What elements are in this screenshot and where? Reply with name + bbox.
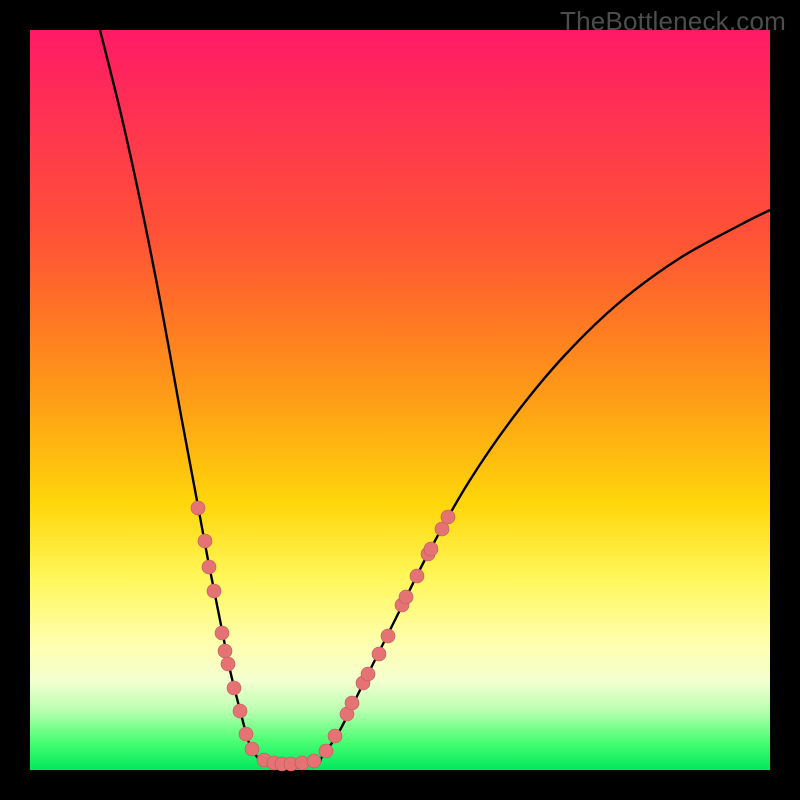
- curve-marker: [295, 756, 309, 770]
- curve-marker: [191, 501, 205, 515]
- curve-marker: [215, 626, 229, 640]
- chart-frame: TheBottleneck.com: [0, 0, 800, 800]
- curve-marker: [221, 657, 235, 671]
- curve-marker: [410, 569, 424, 583]
- curve-marker: [345, 696, 359, 710]
- curve-markers: [191, 501, 455, 771]
- curve-path: [100, 30, 770, 764]
- curve-marker: [381, 629, 395, 643]
- curve-marker: [424, 542, 438, 556]
- curve-marker: [207, 584, 221, 598]
- curve-marker: [328, 729, 342, 743]
- curve-marker: [319, 744, 333, 758]
- curve-marker: [198, 534, 212, 548]
- curve-marker: [372, 647, 386, 661]
- bottleneck-curve: [100, 30, 770, 764]
- curve-marker: [227, 681, 241, 695]
- watermark-text: TheBottleneck.com: [560, 6, 786, 37]
- curve-marker: [307, 754, 321, 768]
- curve-marker: [218, 644, 232, 658]
- curve-marker: [399, 590, 413, 604]
- chart-svg: [30, 30, 770, 770]
- curve-marker: [245, 742, 259, 756]
- curve-marker: [361, 667, 375, 681]
- curve-marker: [441, 510, 455, 524]
- curve-marker: [233, 704, 247, 718]
- curve-marker: [239, 727, 253, 741]
- plot-area: [30, 30, 770, 770]
- curve-marker: [202, 560, 216, 574]
